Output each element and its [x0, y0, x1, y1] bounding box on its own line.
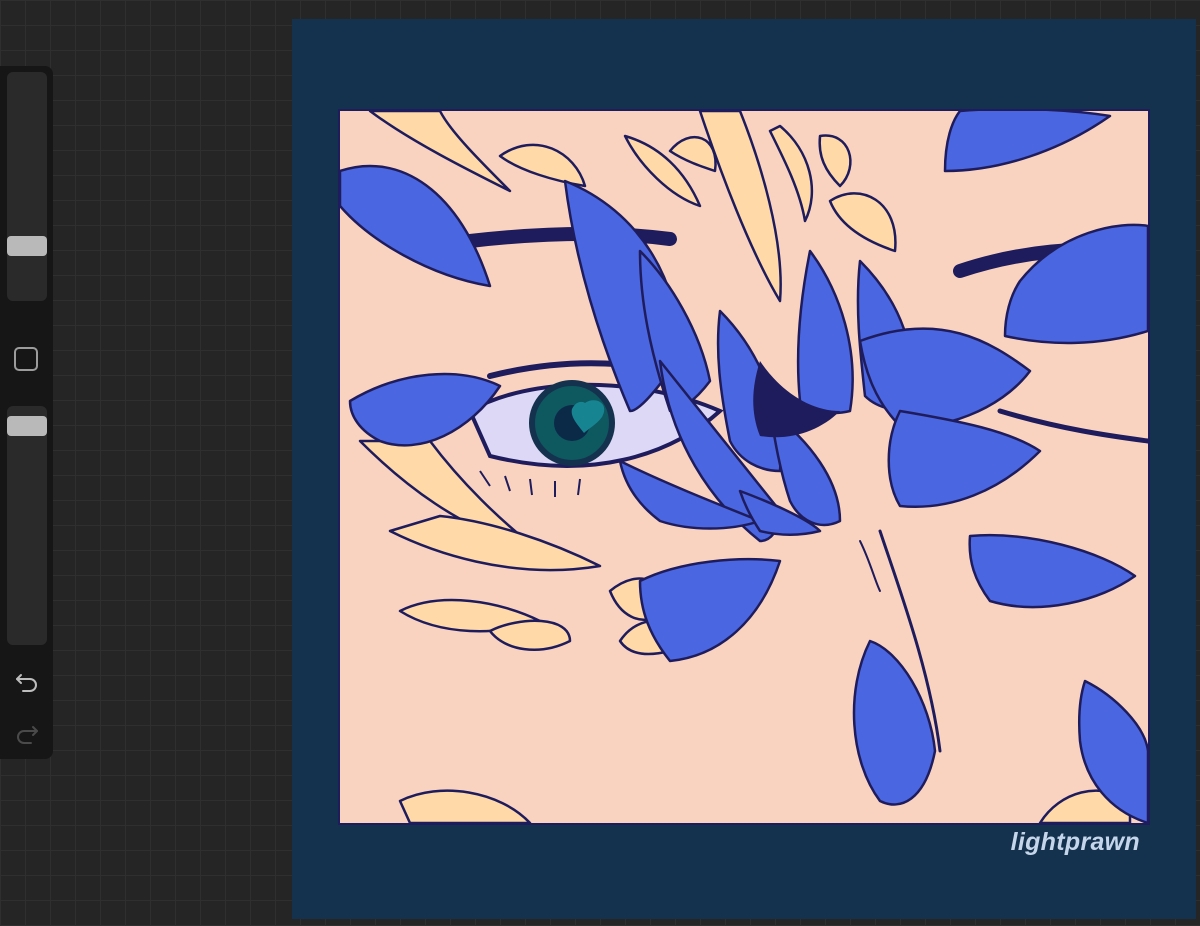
redo-icon[interactable] [13, 718, 41, 746]
artwork-illustration [340, 111, 1148, 823]
sidebar [0, 66, 53, 759]
undo-icon[interactable] [13, 666, 41, 694]
artist-signature: lightprawn [1010, 828, 1140, 856]
modify-button[interactable] [14, 347, 38, 371]
brush-size-slider[interactable] [7, 72, 47, 301]
artwork[interactable] [340, 111, 1148, 823]
brush-opacity-slider[interactable] [7, 406, 47, 645]
canvas[interactable]: lightprawn [292, 19, 1196, 919]
brush-size-slider-thumb[interactable] [7, 236, 47, 256]
brush-opacity-slider-thumb[interactable] [7, 416, 47, 436]
